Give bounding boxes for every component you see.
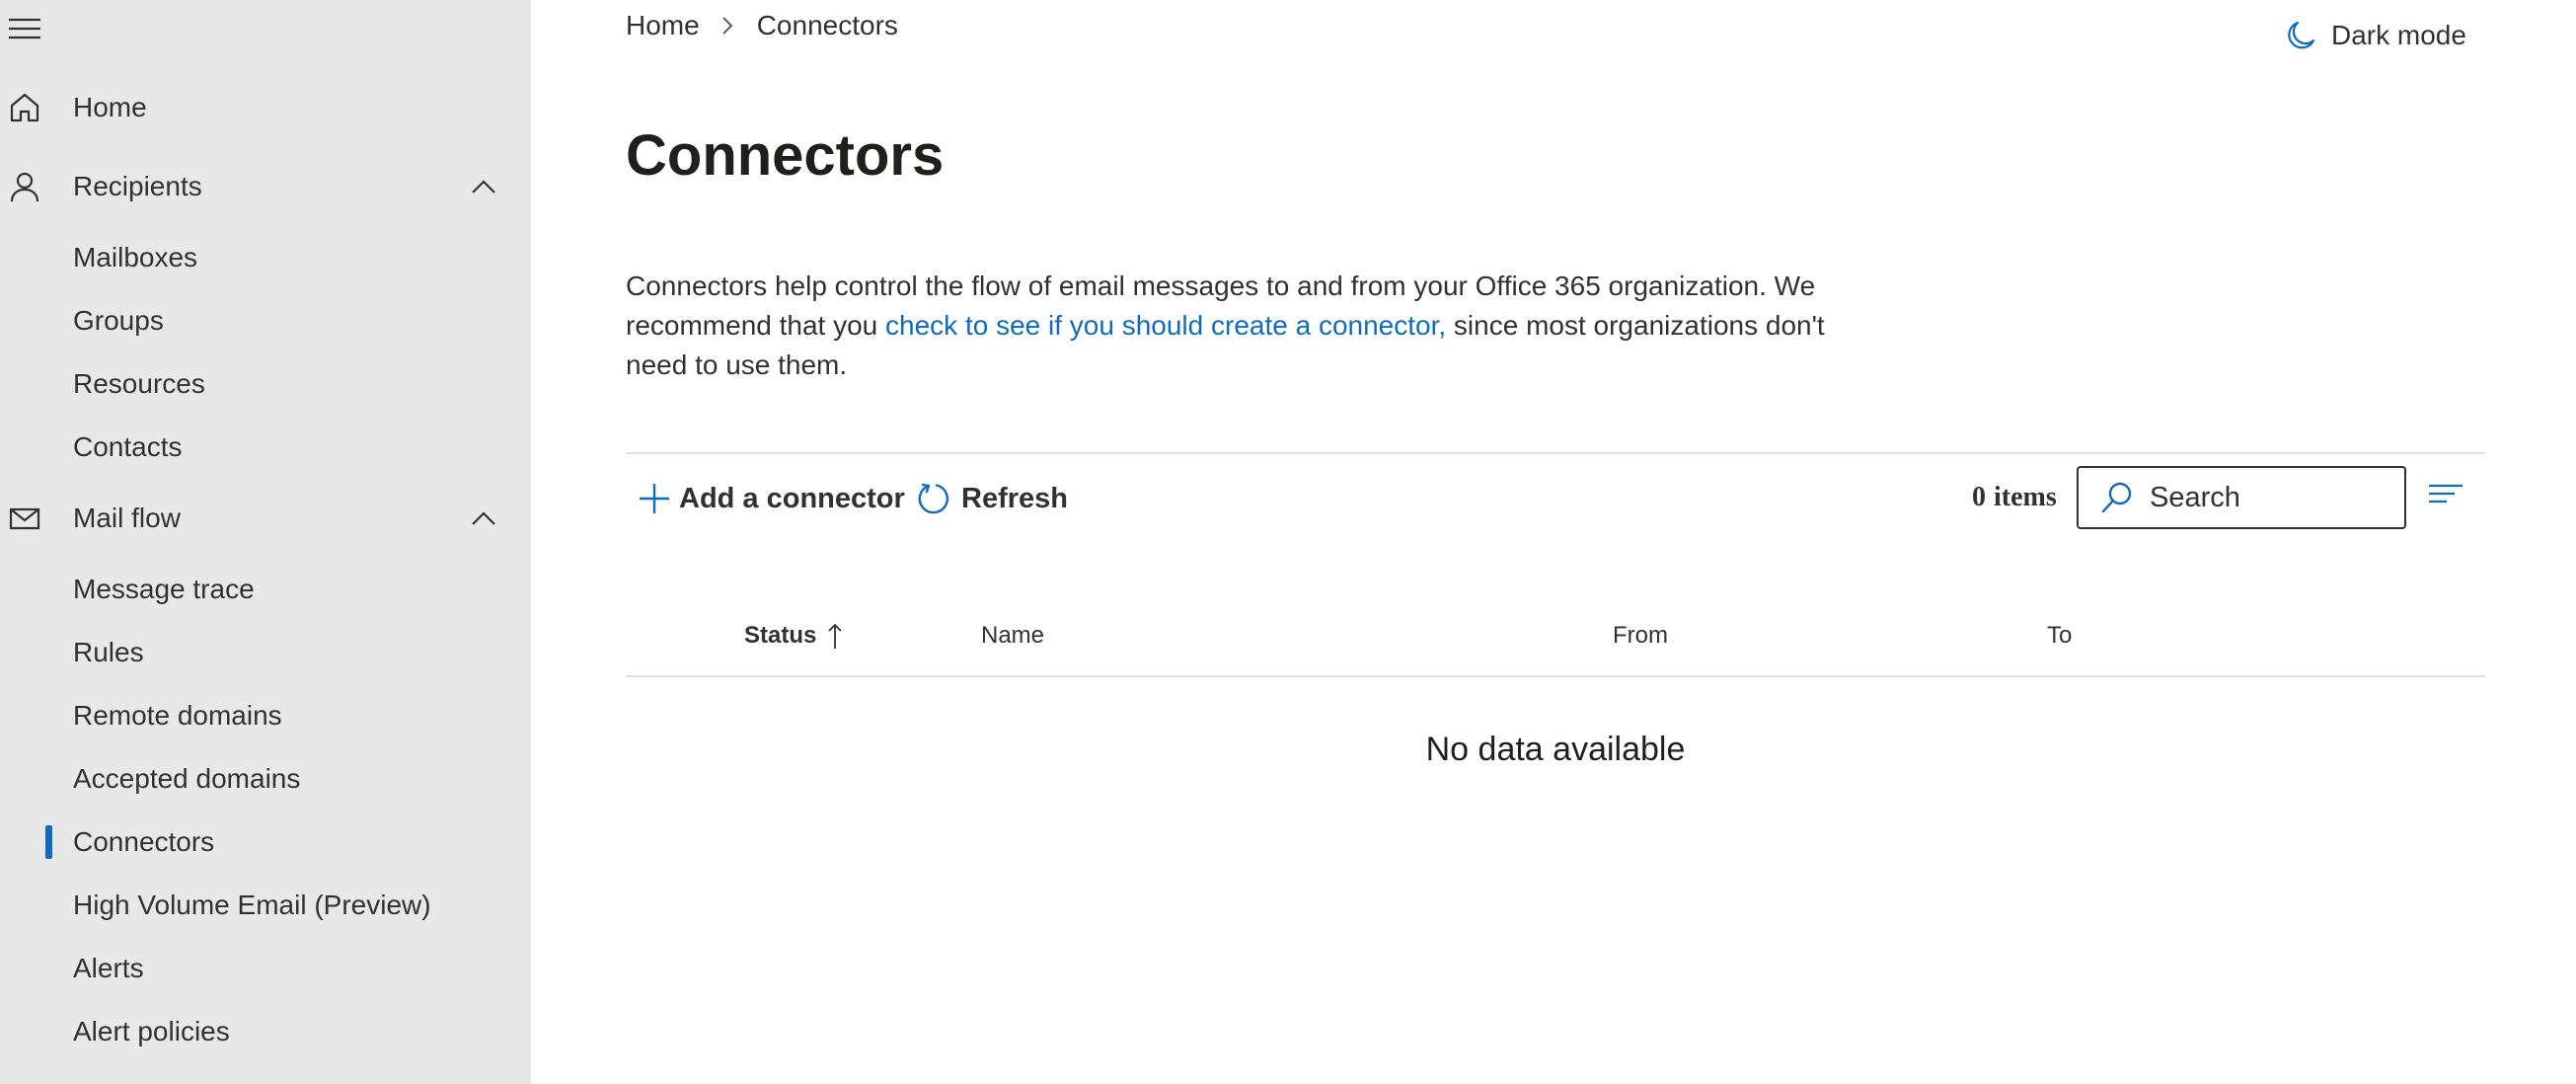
items-count-suffix: items [1994,482,2057,512]
sidebar-item-message-trace[interactable]: Message trace [0,560,531,619]
filter-button[interactable] [2426,478,2465,513]
sidebar-item-label: High Volume Email (Preview) [73,890,431,920]
column-header-label: From [1613,622,1668,649]
sidebar-item-label: Connectors [73,826,215,857]
divider [626,452,2485,454]
empty-state-message: No data available [1425,731,1686,768]
home-icon [10,93,39,122]
sidebar-item-alert-policies[interactable]: Alert policies [0,1002,531,1061]
column-header-name[interactable]: Name [981,616,1044,656]
chevron-up-icon [472,180,495,194]
sidebar-item-resources[interactable]: Resources [0,354,531,414]
sidebar-nav: Home Recipients Mailboxes Groups Resourc… [0,0,531,1084]
sidebar-item-label: Contacts [73,431,183,462]
sidebar-item-remote-domains[interactable]: Remote domains [0,686,531,745]
sidebar-item-label: Resources [73,368,205,399]
chevron-right-icon [721,17,733,35]
sidebar-item-groups[interactable]: Groups [0,291,531,350]
sidebar-item-label: Message trace [73,574,255,604]
sidebar-item-contacts[interactable]: Contacts [0,418,531,477]
create-connector-help-link[interactable]: check to see if you should create a conn… [885,310,1446,341]
sidebar-item-label: Groups [73,305,164,336]
add-connector-button[interactable]: Add a connector [638,474,905,523]
breadcrumb-home-link[interactable]: Home [626,10,700,41]
refresh-button[interactable]: Refresh [916,474,1068,523]
items-count-value: 0 [1972,482,1986,512]
column-header-from[interactable]: From [1613,616,1668,656]
sidebar-item-rules[interactable]: Rules [0,623,531,682]
sidebar-item-label: Accepted domains [73,763,301,794]
sidebar-item-connectors[interactable]: Connectors [0,813,531,872]
search-icon [2101,482,2132,513]
sidebar-item-label: Alert policies [73,1016,230,1046]
page-description: Connectors help control the flow of emai… [626,267,1850,385]
arrow-up-icon [828,623,842,649]
plus-icon [640,484,669,513]
dark-mode-label: Dark mode [2331,20,2466,50]
breadcrumb-current: Connectors [756,10,898,40]
search-box[interactable] [2077,466,2406,529]
person-icon [10,172,39,202]
search-input[interactable] [2150,481,2367,514]
sidebar-item-mailboxes[interactable]: Mailboxes [0,228,531,287]
active-indicator [45,825,52,859]
sidebar-item-label: Mailboxes [73,242,198,272]
breadcrumb: Home Connectors [626,4,898,47]
filter-lines-icon [2429,484,2462,503]
column-header-to[interactable]: To [2047,616,2072,656]
chevron-up-icon [472,511,495,525]
hamburger-menu-button[interactable] [8,14,41,43]
dark-mode-toggle[interactable]: Dark mode [2284,14,2466,57]
items-count: 0 items [1972,476,2057,519]
column-header-label: Name [981,622,1045,649]
sidebar-item-label: Home [73,92,147,122]
sidebar-group-recipients[interactable]: Recipients [0,152,531,221]
sidebar-item-accepted-domains[interactable]: Accepted domains [0,749,531,809]
sidebar-item-label: Alerts [73,953,144,983]
hamburger-icon [9,18,40,39]
column-header-status[interactable]: Status [744,616,844,656]
sidebar-group-mail-flow[interactable]: Mail flow [0,484,531,553]
page-title: Connectors [626,123,945,188]
table-header-divider [626,675,2485,677]
mail-icon [9,507,40,530]
sidebar-group-label: Recipients [73,171,202,201]
sidebar-item-label: Rules [73,637,144,667]
add-connector-label: Add a connector [679,482,905,514]
sidebar-item-high-volume-email[interactable]: High Volume Email (Preview) [0,876,531,935]
column-header-label: To [2047,622,2073,649]
sidebar-item-label: Remote domains [73,700,282,731]
sidebar-group-label: Mail flow [73,503,181,533]
refresh-label: Refresh [961,482,1068,514]
sidebar-item-alerts[interactable]: Alerts [0,939,531,998]
column-header-label: Status [744,622,817,649]
refresh-icon [918,483,949,514]
moon-icon [2288,21,2315,49]
sidebar-item-home[interactable]: Home [0,73,531,142]
